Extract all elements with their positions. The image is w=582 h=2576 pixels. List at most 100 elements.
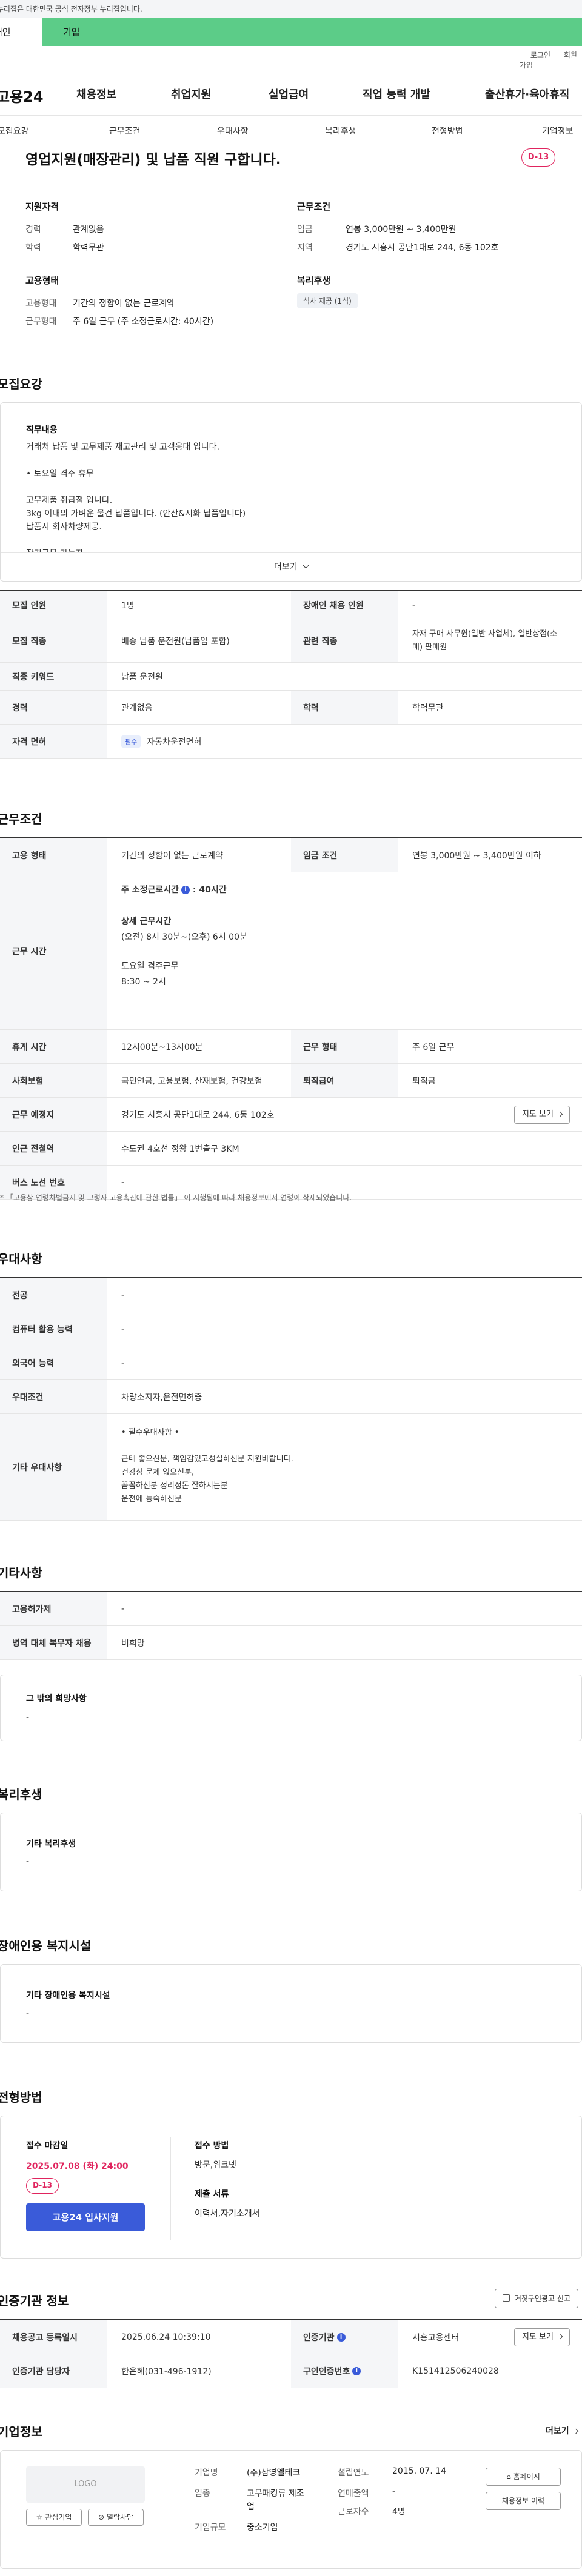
homepage-button[interactable]: ⌂ 홈페이지 <box>486 2468 561 2486</box>
anchor-conditions[interactable]: 근무조건 <box>109 125 141 137</box>
td-wage: 연봉 3,000만원 ~ 3,400만원 이하 <box>412 851 541 861</box>
deadline-heading: 접수 마감일 <box>26 2141 69 2151</box>
nav-item-benefit[interactable]: 실업급여 <box>269 86 309 102</box>
th-disabled: 장애인 채용 인원 <box>291 591 398 619</box>
th-job: 모집 직종 <box>0 619 107 662</box>
home-icon: ⌂ <box>506 2472 511 2481</box>
report-button[interactable]: 거짓구인광고 신고 <box>495 2289 578 2308</box>
table-row: 모집 직종 배송 납품 운전원(납품업 포함) 관련 직종 자재 구매 사무원(… <box>0 619 582 663</box>
gov-banner: 이 누리집은 대한민국 공식 전자정부 누리집입니다. <box>0 0 582 18</box>
td-license: 필수 자동차운전면허 <box>107 725 582 758</box>
welfare-chip: 식사 제공 (1식) <box>297 293 358 308</box>
other-table: 고용허가제 - 병역 대체 복무자 채용 비희망 <box>0 1591 582 1660</box>
td-break: 12시00분~13시00분 <box>121 1042 203 1052</box>
login-link[interactable]: 로그인 <box>530 51 550 59</box>
th-place: 근무 예정지 <box>0 1098 107 1131</box>
th-form: 근무 형태 <box>291 1030 398 1063</box>
th-time: 근무 시간 <box>0 872 107 1029</box>
td-disabled: - <box>412 600 416 610</box>
summary-qualification-heading: 지원자격 <box>25 201 59 212</box>
favorite-button[interactable]: ☆ 관심기업 <box>26 2509 82 2526</box>
th-break: 휴게 시간 <box>0 1030 107 1063</box>
anchor-recruit[interactable]: 모집요강 <box>0 125 29 137</box>
th-edu: 학력 <box>291 691 398 724</box>
nav-item-training[interactable]: 직업 능력 개발 <box>363 86 430 102</box>
th-hire: 고용허가제 <box>0 1592 107 1625</box>
apply-button[interactable]: 고용24 입사지원 <box>26 2203 145 2231</box>
welfare-section-title: 복리후생 <box>0 1787 42 1802</box>
block-button[interactable]: ⊘ 열람차단 <box>88 2509 144 2526</box>
table-row: 자격 면허 필수 자동차운전면허 <box>0 725 582 759</box>
company-staff-value: 4명 <box>392 2507 406 2517</box>
duty-line <box>26 480 547 494</box>
company-size-value: 중소기업 <box>247 2523 278 2532</box>
deadline-dday-badge: D-13 <box>26 2178 59 2194</box>
anchor-selection[interactable]: 전형방법 <box>432 125 463 137</box>
td-time: 주 소정근로시간 i : 40시간 상세 근무시간 (오전) 8시 30분~(오후… <box>121 885 247 987</box>
td-major: - <box>121 1290 125 1300</box>
td-retire: 퇴직금 <box>412 1076 436 1086</box>
td-hire: - <box>121 1604 125 1614</box>
map-button[interactable]: 지도 보기 <box>514 1106 570 1124</box>
table-row: 전공 - <box>0 1278 582 1312</box>
td-emptype: 기간의 정함이 없는 근로계약 <box>121 851 223 861</box>
recruit-history-button[interactable]: 채용정보 이력 <box>486 2492 561 2510</box>
th-org: 인증기관 i <box>291 2320 398 2354</box>
duty-heading: 직무내용 <box>26 425 58 435</box>
star-icon: ☆ <box>36 2513 43 2521</box>
welfare-heading: 기타 복리후생 <box>26 1839 76 1849</box>
preferences-section-title: 우대사항 <box>0 1252 42 1266</box>
company-logo-placeholder: LOGO <box>26 2466 145 2503</box>
td-place: 경기도 시흥시 공단1대로 244, 6동 102호 <box>121 1110 275 1120</box>
summary-emptype-value: 기간의 정함이 없는 근로계약 <box>73 299 175 308</box>
duty-line <box>26 534 547 547</box>
user-type-tabs: 개인 기업 <box>0 18 582 46</box>
table-row: 채용공고 등록일시 2025.06.24 10:39:10 인증기관 i 시흥고용… <box>0 2320 582 2354</box>
th-related: 관련 직종 <box>291 619 398 662</box>
info-icon[interactable]: i <box>181 886 190 894</box>
anchor-company[interactable]: 기업정보 <box>542 125 574 137</box>
duty-line <box>26 454 547 467</box>
duty-line: 납품시 회사차량제공. <box>26 522 102 532</box>
td-count: 1명 <box>121 600 135 611</box>
agency-table: 채용공고 등록일시 2025.06.24 10:39:10 인증기관 i 시흥고용… <box>0 2319 582 2388</box>
table-row: 사회보험 국민연금, 고용보험, 산재보험, 건강보험 퇴직급여 퇴직금 <box>0 1064 582 1098</box>
td-related: 자재 구매 사무원(일반 사업체), 일반상점(소 매) 판매원 <box>412 629 558 652</box>
duty-content: 거래처 납품 및 고무제품 재고관리 및 고객응대 입니다. • 토요일 격주 … <box>26 440 547 560</box>
th-count: 모집 인원 <box>0 591 107 619</box>
th-language: 외국어 능력 <box>0 1346 107 1379</box>
table-row: 경력 관계없음 학력 학력무관 <box>0 691 582 725</box>
tab-company[interactable]: 기업 <box>42 18 582 46</box>
company-industry-label: 업종 <box>195 2489 210 2498</box>
info-icon[interactable]: i <box>336 2332 346 2342</box>
company-sales-value: - <box>392 2487 396 2497</box>
company-more-link[interactable]: 더보기 <box>546 2425 578 2437</box>
site-logo[interactable]: 고용24 <box>0 85 44 106</box>
th-emptype: 고용 형태 <box>0 838 107 872</box>
summary-worktype-label: 근무형태 <box>25 317 57 327</box>
tab-person[interactable]: 개인 <box>0 18 42 46</box>
other-section-title: 기타사항 <box>0 1565 42 1580</box>
table-row: 근무 예정지 경기도 시흥시 공단1대로 244, 6동 102호 지도 보기 <box>0 1098 582 1132</box>
th-etc-pref: 기타 우대사항 <box>0 1414 107 1520</box>
table-row: 인근 전철역 수도권 4호선 정왕 1번출구 3KM <box>0 1132 582 1166</box>
nav-item-support[interactable]: 취업지원 <box>171 86 211 102</box>
anchor-preferences[interactable]: 우대사항 <box>217 125 249 137</box>
duty-line: 3kg 이내의 가벼운 물건 납품입니다. (안산&시화 납품입니다) <box>26 509 246 519</box>
table-row: 모집 인원 1명 장애인 채용 인원 - <box>0 591 582 619</box>
td-job: 배송 납품 운전원(납품업 포함) <box>121 636 230 646</box>
td-pref: 차량소지자,운전면허증 <box>121 1392 202 1403</box>
td-date: 2025.06.24 10:39:10 <box>121 2332 211 2342</box>
th-career: 경력 <box>0 691 107 724</box>
anchor-welfare[interactable]: 복리후생 <box>325 125 356 137</box>
agency-map-button[interactable]: 지도 보기 <box>514 2328 570 2346</box>
disability-box: 기타 장애인용 복지시설 - <box>0 1964 582 2043</box>
info-icon[interactable]: i <box>352 2366 361 2375</box>
table-row: 컴퓨터 활용 능력 - <box>0 1312 582 1346</box>
chevron-right-icon <box>573 2428 578 2434</box>
more-button[interactable]: 더보기 <box>1 552 581 581</box>
nav-item-leave[interactable]: 출산휴가·육아휴직 <box>485 86 569 102</box>
th-keyword: 직종 키워드 <box>0 663 107 690</box>
summary-emptype-label: 고용형태 <box>25 299 57 308</box>
nav-item-jobs[interactable]: 채용정보 <box>76 86 116 102</box>
